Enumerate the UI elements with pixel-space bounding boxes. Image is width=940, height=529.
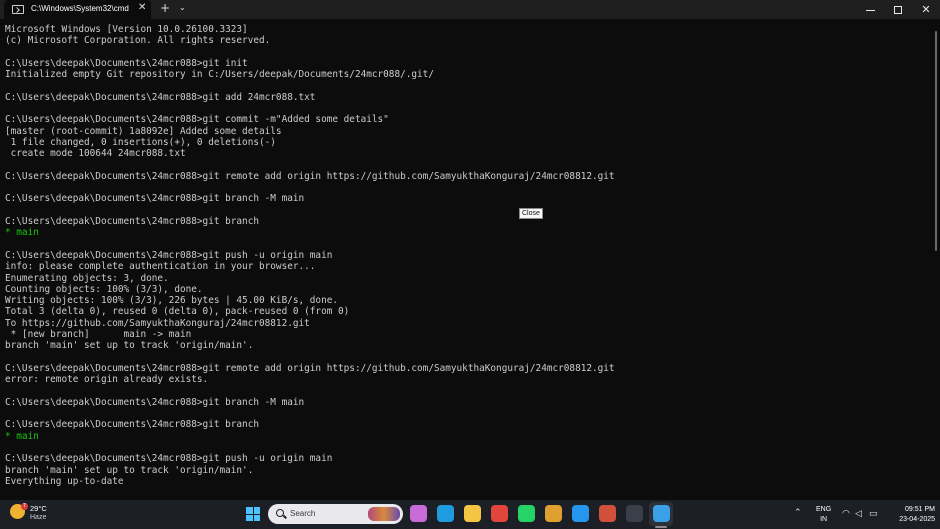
terminal-line: C:\Users\deepak\Documents\24mcr088>git b… — [5, 193, 305, 205]
edge-browser-app-icon[interactable] — [437, 505, 454, 522]
weather-condition[interactable]: Haze — [30, 514, 46, 521]
terminal-line: Total 3 (delta 0), reused 0 (delta 0), p… — [5, 306, 350, 318]
maximize-icon — [894, 6, 902, 14]
terminal-line: C:\Users\deepak\Documents\24mcr088>git b… — [5, 419, 259, 431]
terminal-line: * [new branch] main -> main — [5, 329, 192, 341]
terminal-line: 1 file changed, 0 insertions(+), 0 delet… — [5, 136, 276, 148]
terminal-line: Microsoft Windows [Version 10.0.26100.33… — [5, 24, 248, 35]
windows-logo-icon — [246, 507, 253, 514]
volume-icon[interactable]: ◁ — [855, 509, 862, 519]
windows-logo-icon — [253, 507, 260, 514]
weather-badge: 7 — [21, 503, 28, 510]
chrome-profile-app-icon[interactable] — [545, 505, 562, 522]
search-highlight-image — [368, 507, 400, 521]
file-explorer-app-icon[interactable] — [464, 505, 481, 522]
terminal-line: C:\Users\deepak\Documents\24mcr088>git i… — [5, 57, 248, 69]
tab-dropdown-icon[interactable]: ⌄ — [179, 3, 186, 12]
battery-icon[interactable]: ▭ — [869, 509, 878, 519]
terminal-line: C:\Users\deepak\Documents\24mcr088>git p… — [5, 249, 333, 261]
terminal-line: C:\Users\deepak\Documents\24mcr088>git a… — [5, 91, 316, 103]
chrome-profile-2-app-icon[interactable] — [599, 505, 616, 522]
terminal-line: C:\Users\deepak\Documents\24mcr088>git p… — [5, 453, 333, 465]
terminal-line: Counting objects: 100% (3/3), done. — [5, 283, 203, 295]
copilot-app-icon[interactable] — [410, 505, 427, 522]
terminal-line: branch 'main' set up to track 'origin/ma… — [5, 340, 254, 352]
windows-logo-icon — [253, 514, 260, 521]
terminal-app-icon[interactable] — [626, 505, 643, 522]
wifi-icon[interactable]: ◠ — [842, 509, 850, 519]
active-app-indicator — [655, 526, 667, 528]
taskbar-search-input[interactable]: Search — [268, 504, 403, 524]
terminal-line: create mode 100644 24mcr088.txt — [5, 148, 186, 160]
terminal-lines: Microsoft Windows [Version 10.0.26100.33… — [5, 24, 615, 487]
docker-app-icon[interactable] — [572, 505, 589, 522]
terminal-line: C:\Users\deepak\Documents\24mcr088>git c… — [5, 114, 389, 126]
terminal-line: * main — [5, 430, 39, 442]
terminal-icon — [12, 5, 24, 14]
terminal-line: * main — [5, 227, 39, 239]
region-code: IN — [820, 516, 828, 523]
terminal-line: To https://github.com/SamyukthaKonguraj/… — [5, 317, 310, 329]
minimize-icon — [865, 9, 875, 11]
tab-title: C:\Windows\System32\cmd.e — [31, 4, 129, 13]
terminal-line: Everything up-to-date — [5, 475, 124, 487]
notepad-app-icon[interactable] — [653, 505, 670, 522]
whatsapp-app-icon[interactable] — [518, 505, 535, 522]
close-tooltip: Close — [519, 208, 543, 219]
terminal-line: Initialized empty Git repository in C:/U… — [5, 69, 434, 81]
title-bar: C:\Windows\System32\cmd.e ✕ + ⌄ ✕ — [0, 0, 940, 19]
new-tab-button[interactable]: + — [160, 1, 170, 15]
terminal-line: [master (root-commit) 1a8092e] Added som… — [5, 125, 282, 137]
maximize-button[interactable] — [884, 1, 912, 18]
minimize-button[interactable] — [856, 1, 884, 18]
search-placeholder: Search — [290, 509, 316, 518]
terminal-line: branch 'main' set up to track 'origin/ma… — [5, 464, 254, 476]
start-button[interactable] — [246, 507, 260, 521]
terminal-line: C:\Users\deepak\Documents\24mcr088>git r… — [5, 170, 615, 182]
clock[interactable]: 09:51 PM 23-04-2025 — [891, 505, 935, 525]
windows-logo-icon — [246, 514, 253, 521]
show-hidden-icons-icon[interactable]: ⌃ — [794, 508, 802, 518]
language-indicator[interactable]: ENG IN — [816, 505, 831, 525]
search-icon — [276, 509, 284, 517]
close-window-button[interactable]: ✕ — [912, 1, 940, 18]
chrome-app-icon[interactable] — [491, 505, 508, 522]
terminal-line: C:\Users\deepak\Documents\24mcr088>git r… — [5, 362, 615, 374]
terminal-line: C:\Users\deepak\Documents\24mcr088>git b… — [5, 396, 305, 408]
scrollbar-thumb[interactable] — [935, 31, 937, 251]
terminal-line: Writing objects: 100% (3/3), 226 bytes |… — [5, 295, 339, 307]
language-code: ENG — [816, 506, 832, 513]
tab-close-icon[interactable]: ✕ — [138, 2, 146, 13]
terminal-line: error: remote origin already exists. — [5, 374, 209, 386]
terminal-output[interactable]: Microsoft Windows [Version 10.0.26100.33… — [0, 19, 932, 498]
scrollbar[interactable] — [932, 19, 940, 498]
clock-time: 09:51 PM — [905, 506, 935, 513]
terminal-line: info: please complete authentication in … — [5, 261, 316, 273]
tab-cmd[interactable]: C:\Windows\System32\cmd.e ✕ — [4, 0, 151, 19]
weather-temperature[interactable]: 29°C — [30, 504, 47, 513]
clock-date: 23-04-2025 — [899, 516, 935, 523]
terminal-line: (c) Microsoft Corporation. All rights re… — [5, 35, 271, 47]
terminal-line: Enumerating objects: 3, done. — [5, 272, 169, 284]
